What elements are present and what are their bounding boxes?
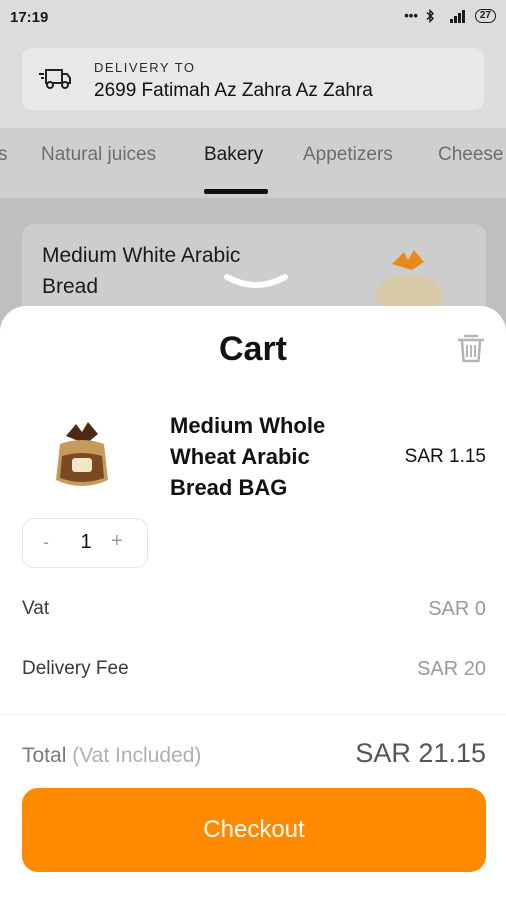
status-time: 17:19 xyxy=(10,9,49,26)
battery-icon: 27 xyxy=(474,8,496,23)
bread-bag-image xyxy=(56,422,108,486)
delivery-address-card[interactable]: DELIVERY TO 2699 Fatimah Az Zahra Az Zah… xyxy=(22,48,484,110)
quantity-value: 1 xyxy=(80,531,92,553)
bread-bag-image xyxy=(376,250,442,310)
truck-icon xyxy=(39,69,71,89)
total-row: Total (Vat Included) SAR 21.15 xyxy=(22,738,486,778)
vat-label: Vat xyxy=(22,598,50,619)
tab-partial[interactable]: s xyxy=(0,144,8,166)
chevron-down-icon[interactable] xyxy=(223,273,289,295)
vat-value: SAR 0 xyxy=(428,598,486,620)
delivery-address: 2699 Fatimah Az Zahra Az Zahra xyxy=(94,80,373,101)
vat-included-note: (Vat Included) xyxy=(72,744,202,767)
decrement-button[interactable]: - xyxy=(43,532,49,553)
cart-item-price: SAR 1.15 xyxy=(404,446,486,467)
quantity-stepper: - 1 + xyxy=(22,518,148,568)
tab-appetizers[interactable]: Appetizers xyxy=(303,144,393,166)
status-icons: ••• 27 xyxy=(404,8,496,23)
header: DELIVERY TO 2699 Fatimah Az Zahra Az Zah… xyxy=(0,38,506,128)
signal-icon xyxy=(449,9,465,23)
category-tabs: s Natural juices Bakery Appetizers Chees… xyxy=(0,128,506,198)
total-label-text: Total xyxy=(22,744,67,767)
tab-bakery[interactable]: Bakery xyxy=(204,144,263,166)
cart-title: Cart xyxy=(218,330,288,368)
trash-icon[interactable] xyxy=(456,332,486,364)
divider xyxy=(0,714,506,715)
delivery-fee-label: Delivery Fee xyxy=(22,658,129,679)
active-tab-indicator xyxy=(204,189,268,194)
checkout-button[interactable]: Checkout xyxy=(22,788,486,872)
bluetooth-icon xyxy=(426,8,434,23)
delivery-fee-value: SAR 20 xyxy=(417,658,486,680)
delivery-label: DELIVERY TO xyxy=(94,60,196,75)
total-value: SAR 21.15 xyxy=(355,738,486,768)
total-label: Total (Vat Included) xyxy=(22,744,201,768)
cart-sheet: Cart Medium Whole Wheat Arabic Bread BAG… xyxy=(0,306,506,900)
dots-icon: ••• xyxy=(404,8,418,23)
tab-cheese[interactable]: Cheese xyxy=(438,144,504,166)
tab-natural-juices[interactable]: Natural juices xyxy=(41,144,156,166)
increment-button[interactable]: + xyxy=(111,530,123,553)
status-bar: 17:19 ••• 27 xyxy=(0,0,506,38)
cart-item-name: Medium Whole Wheat Arabic Bread BAG xyxy=(170,413,326,500)
